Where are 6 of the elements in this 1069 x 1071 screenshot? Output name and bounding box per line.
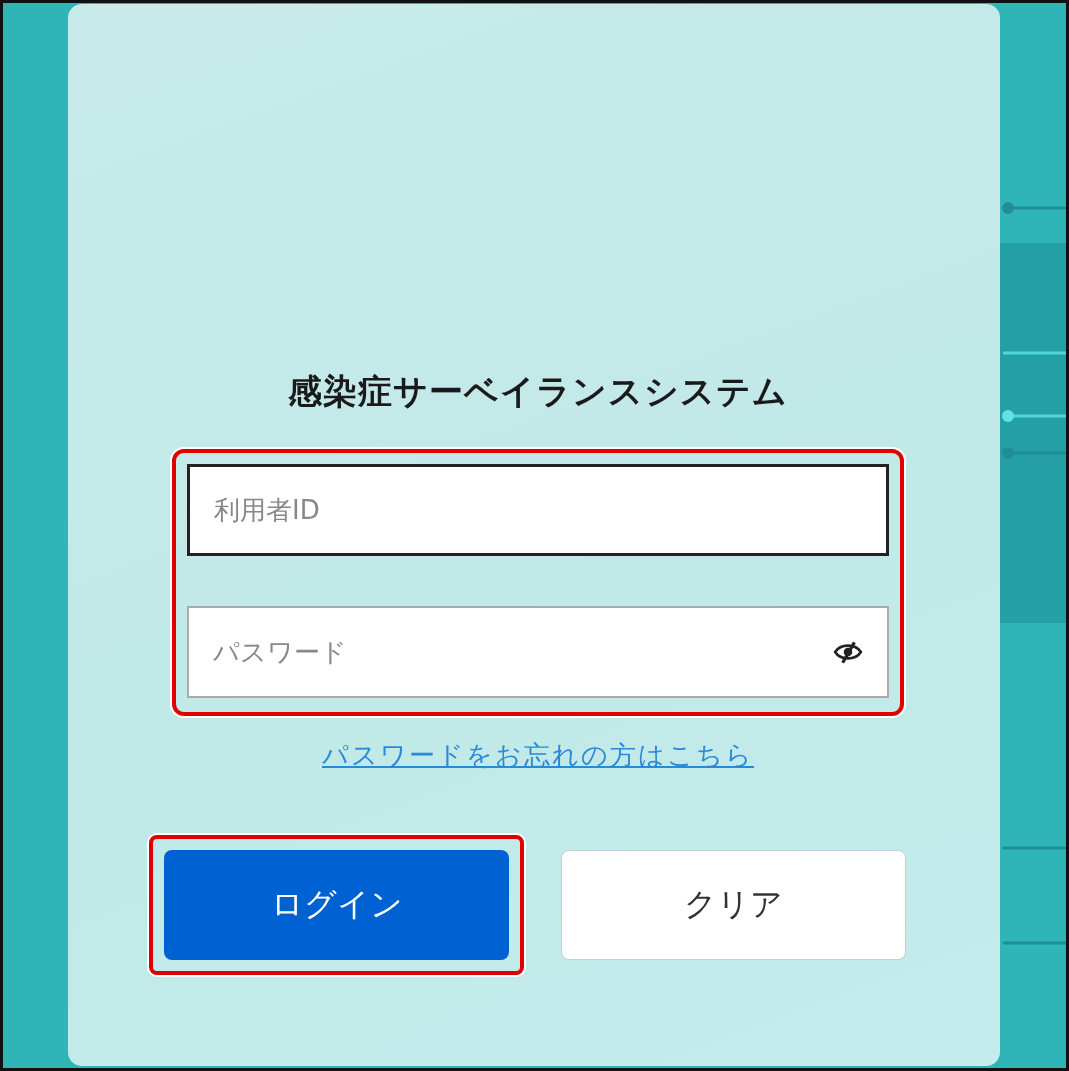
password-field[interactable]: パスワード xyxy=(187,606,889,698)
eye-slash-icon[interactable] xyxy=(833,640,863,664)
clear-button[interactable]: クリア xyxy=(561,850,906,960)
app-title: 感染症サーベイランスシステム xyxy=(288,370,788,413)
user-id-field[interactable]: 利用者ID xyxy=(187,464,889,556)
login-button[interactable]: ログイン xyxy=(164,850,509,960)
